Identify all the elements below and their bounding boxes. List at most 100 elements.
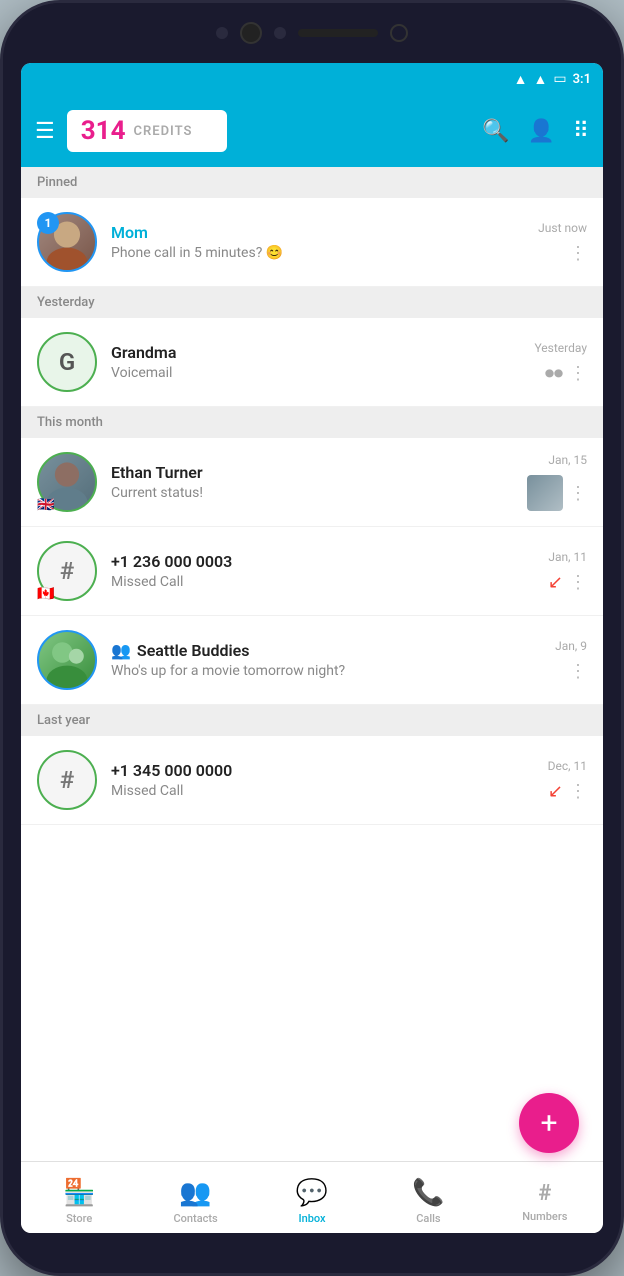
nav-label-contacts: Contacts — [174, 1212, 218, 1225]
section-last-year: Last year — [21, 705, 603, 736]
more-dots-phone1[interactable]: ⋮ — [569, 572, 587, 593]
more-dots-grandma[interactable]: ⋮ — [569, 363, 587, 384]
nav-item-store[interactable]: 🏪 Store — [21, 1170, 137, 1225]
phone-screen: ▲ ▲ ▭ 3:1 ☰ 314 CREDITS 🔍 👤 ⠿ Pinned — [21, 63, 603, 1233]
nav-label-calls: Calls — [416, 1212, 440, 1225]
section-this-month: This month — [21, 407, 603, 438]
conv-name-ethan: Ethan Turner — [111, 463, 517, 482]
conv-meta-seattle: Jan, 9 ⋮ — [555, 639, 587, 682]
flag-canada: 🇨🇦 — [37, 587, 59, 601]
conv-meta-ethan: Jan, 15 ⋮ — [527, 453, 587, 511]
conv-content-ethan: Ethan Turner Current status! — [111, 463, 517, 501]
more-dots-phone2[interactable]: ⋮ — [569, 781, 587, 802]
nav-item-contacts[interactable]: 👥 Contacts — [137, 1170, 253, 1225]
avatar-wrap-phone1: # 🇨🇦 — [37, 541, 97, 601]
credits-label: CREDITS — [134, 124, 193, 139]
conv-time-mom: Just now — [538, 221, 587, 235]
nav-item-numbers[interactable]: # Numbers — [487, 1173, 603, 1223]
conversation-item-seattle[interactable]: 👥 Seattle Buddies Who's up for a movie t… — [21, 616, 603, 705]
camera-main — [240, 22, 262, 44]
more-dots-seattle[interactable]: ⋮ — [569, 661, 587, 682]
conv-meta-phone1: Jan, 11 ↙ ⋮ — [548, 550, 587, 593]
signal-icon: ▲ — [534, 71, 548, 88]
avatar-wrap-mom: 1 — [37, 212, 97, 272]
conv-preview-phone2: Missed Call — [111, 783, 538, 799]
conv-name-grandma: Grandma — [111, 343, 524, 362]
conv-content-phone2: +1 345 000 0000 Missed Call — [111, 761, 538, 799]
conv-name-seattle: 👥 Seattle Buddies — [111, 641, 545, 660]
conv-preview-phone1: Missed Call — [111, 574, 538, 590]
avatar-wrap-grandma: G — [37, 332, 97, 392]
speaker — [298, 29, 378, 37]
conv-actions-ethan: ⋮ — [527, 475, 587, 511]
avatar-phone2: # — [37, 750, 97, 810]
conv-content-seattle: 👥 Seattle Buddies Who's up for a movie t… — [111, 641, 545, 679]
nav-item-inbox[interactable]: 💬 Inbox — [254, 1170, 370, 1225]
phone-frame: ▲ ▲ ▭ 3:1 ☰ 314 CREDITS 🔍 👤 ⠿ Pinned — [0, 0, 624, 1276]
more-dots-ethan[interactable]: ⋮ — [569, 483, 587, 504]
conversation-item-grandma[interactable]: G Grandma Voicemail Yesterday ⏺⏺ ⋮ — [21, 318, 603, 407]
conversation-item-phone1[interactable]: # 🇨🇦 +1 236 000 0003 Missed Call Jan, 11… — [21, 527, 603, 616]
conv-preview-ethan: Current status! — [111, 485, 517, 501]
phone-top — [3, 3, 621, 63]
avatar-initial-grandma: G — [59, 348, 75, 376]
section-pinned: Pinned — [21, 167, 603, 198]
app-header: ☰ 314 CREDITS 🔍 👤 ⠿ — [21, 95, 603, 167]
missed-call-icon-phone2: ↙ — [548, 781, 563, 802]
status-time: 3:1 — [573, 72, 591, 87]
store-icon: 🏪 — [63, 1178, 95, 1208]
nav-item-calls[interactable]: 📞 Calls — [370, 1170, 486, 1225]
bottom-nav: 🏪 Store 👥 Contacts 💬 Inbox 📞 Calls # Num… — [21, 1161, 603, 1233]
calls-icon: 📞 — [412, 1178, 444, 1208]
contacts-icon: 👥 — [179, 1178, 211, 1208]
front-camera — [390, 24, 408, 42]
menu-button[interactable]: ☰ — [35, 119, 55, 144]
conversation-item-ethan[interactable]: 🇬🇧 Ethan Turner Current status! Jan, 15 … — [21, 438, 603, 527]
section-yesterday: Yesterday — [21, 287, 603, 318]
conv-name-mom: Mom — [111, 223, 528, 242]
unread-badge-mom: 1 — [37, 212, 59, 234]
fab-button[interactable]: + — [519, 1093, 579, 1153]
conv-meta-phone2: Dec, 11 ↙ ⋮ — [548, 759, 587, 802]
conv-content-phone1: +1 236 000 0003 Missed Call — [111, 552, 538, 590]
conv-name-phone2: +1 345 000 0000 — [111, 761, 538, 780]
conversation-list: Pinned 1 Mom Phone cal — [21, 167, 603, 1161]
keypad-icon[interactable]: ⠿ — [573, 119, 589, 144]
credits-badge[interactable]: 314 CREDITS — [67, 110, 227, 152]
avatar-wrap-seattle — [37, 630, 97, 690]
contact-icon[interactable]: 👤 — [527, 119, 554, 144]
conv-time-phone1: Jan, 11 — [548, 550, 587, 564]
conversation-item-mom[interactable]: 1 Mom Phone call in 5 minutes? 😊 Just no… — [21, 198, 603, 287]
avatar-seattle — [37, 630, 97, 690]
avatar-wrap-phone2: # — [37, 750, 97, 810]
conv-content-grandma: Grandma Voicemail — [111, 343, 524, 381]
inbox-icon: 💬 — [296, 1178, 328, 1208]
battery-icon: ▭ — [553, 71, 566, 87]
conv-preview-mom: Phone call in 5 minutes? 😊 — [111, 245, 528, 261]
conv-actions-phone2: ↙ ⋮ — [548, 781, 587, 802]
conv-content-mom: Mom Phone call in 5 minutes? 😊 — [111, 223, 528, 261]
conv-time-phone2: Dec, 11 — [548, 759, 587, 773]
header-icons: 🔍 👤 ⠿ — [482, 119, 589, 144]
conv-time-seattle: Jan, 9 — [555, 639, 587, 653]
flag-uk: 🇬🇧 — [37, 498, 59, 512]
status-bar: ▲ ▲ ▭ 3:1 — [21, 63, 603, 95]
more-dots-mom[interactable]: ⋮ — [569, 243, 587, 264]
conversation-item-phone2[interactable]: # +1 345 000 0000 Missed Call Dec, 11 ↙ … — [21, 736, 603, 825]
conv-meta-grandma: Yesterday ⏺⏺ ⋮ — [534, 341, 587, 384]
search-icon[interactable]: 🔍 — [482, 119, 509, 144]
conv-preview-seattle: Who's up for a movie tomorrow night? — [111, 663, 545, 679]
avatar-grandma: G — [37, 332, 97, 392]
conv-time-ethan: Jan, 15 — [548, 453, 587, 467]
nav-label-store: Store — [66, 1212, 92, 1225]
avatar-initial-phone1: # — [60, 557, 74, 585]
conv-name-phone1: +1 236 000 0003 — [111, 552, 538, 571]
nav-label-inbox: Inbox — [298, 1212, 325, 1225]
conv-meta-mom: Just now ⋮ — [538, 221, 587, 264]
camera-dot-left — [216, 27, 228, 39]
wifi-icon: ▲ — [514, 71, 528, 88]
nav-label-numbers: Numbers — [522, 1210, 567, 1223]
seattle-avatar-svg — [39, 630, 95, 690]
voicemail-icon: ⏺⏺ — [545, 363, 563, 384]
camera-dot2 — [274, 27, 286, 39]
